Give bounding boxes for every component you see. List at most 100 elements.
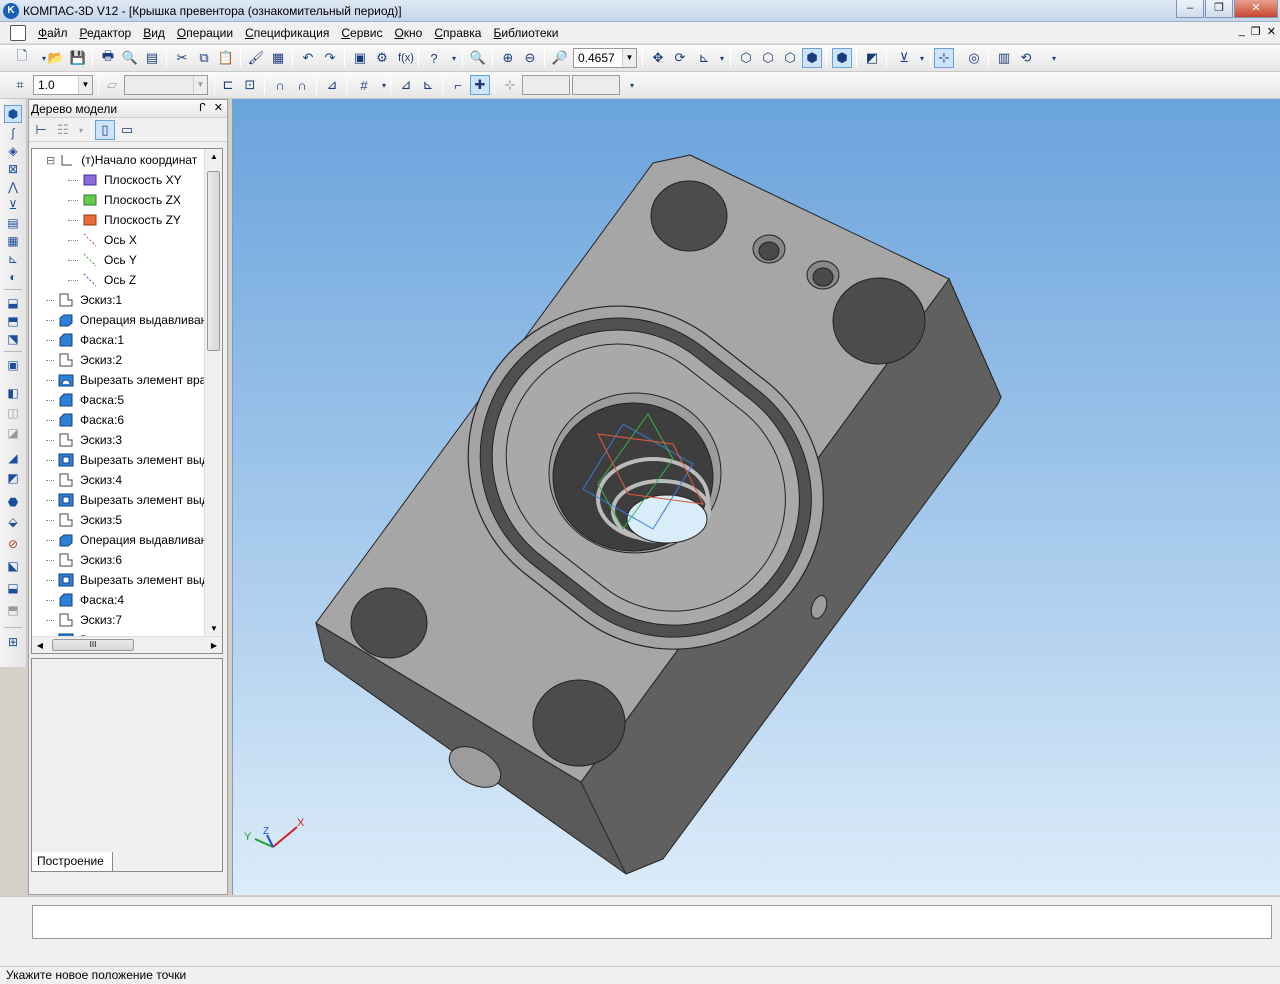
doc-restore-button[interactable]: ❐ — [1251, 25, 1261, 38]
tree-structure-icon[interactable]: ⊢ — [31, 120, 51, 140]
spec-panel-icon[interactable]: ▦ — [4, 232, 22, 250]
tree-dropdown-icon[interactable]: ▾ — [71, 120, 91, 140]
orientation-dropdown-icon[interactable]: ▾ — [712, 48, 732, 68]
table-icon[interactable]: ▥ — [994, 48, 1014, 68]
tree-item[interactable]: Вырезать элемент выдавливания:2 — [46, 490, 204, 510]
tree-item[interactable]: Вырезать элемент выдавливания:1 — [46, 450, 204, 470]
assembly-tool-icon[interactable]: ⊞ — [4, 633, 22, 651]
cut-extrude-tool-icon[interactable]: ▣ — [4, 356, 22, 374]
grid-icon[interactable]: # — [354, 75, 374, 95]
tree-item[interactable]: ⊟ (т)Начало координат — [46, 150, 197, 170]
step-combo[interactable]: 1.0 ▼ — [33, 75, 93, 95]
part-model[interactable]: X Y Z — [233, 99, 1280, 895]
model-viewport[interactable]: X Y Z — [232, 99, 1280, 895]
surfaces-icon[interactable]: ◈ — [4, 142, 22, 160]
auxiliary-geometry-icon[interactable]: ⋀ — [4, 178, 22, 196]
doc-minimize-button[interactable]: _ — [1239, 25, 1245, 38]
menu-editor[interactable]: Редактор — [74, 23, 138, 43]
tree-item[interactable]: Плоскость ZY — [68, 210, 181, 230]
tree-item[interactable]: Ось Y — [68, 250, 137, 270]
tree-item[interactable]: Эскиз:7 — [46, 610, 122, 630]
zoom-in-icon[interactable]: ⊕ — [498, 48, 518, 68]
properties-icon[interactable]: ▦ — [268, 48, 288, 68]
mirror-tool-icon[interactable]: ⬓ — [4, 579, 22, 597]
tree-item[interactable]: Операция выдавливания:2 — [46, 530, 204, 550]
tree-item[interactable]: Фаска:4 — [46, 590, 124, 610]
hidden-lines-icon[interactable]: ⬡ — [758, 48, 778, 68]
scrollbar-thumb[interactable]: III — [52, 639, 134, 651]
extrude-tool-icon[interactable]: ⬓ — [4, 294, 22, 312]
hole-tool-icon[interactable]: ⬣ — [4, 493, 22, 511]
paste-icon[interactable]: 📋 — [216, 48, 236, 68]
tree-item[interactable]: Операция выдавливания:1 — [46, 310, 204, 330]
shell-tool-icon[interactable]: ⬕ — [4, 557, 22, 575]
tree-horizontal-scrollbar[interactable]: ◀ III ▶ — [32, 636, 222, 653]
rotate-icon[interactable]: ⟳ — [670, 48, 690, 68]
measure-icon[interactable]: ◎ — [964, 48, 984, 68]
print-preview-icon[interactable]: 🔍 — [120, 48, 140, 68]
cs-icon[interactable]: ⊾ — [418, 75, 438, 95]
scrollbar-thumb[interactable] — [207, 171, 220, 351]
snap-mode-icon[interactable]: ✚ — [470, 75, 490, 95]
tab-construction[interactable]: Построение — [31, 852, 113, 872]
halftone-edges-icon[interactable]: ⬢ — [832, 48, 852, 68]
menu-service[interactable]: Сервис — [335, 23, 388, 43]
undo-icon[interactable]: ↶ — [298, 48, 318, 68]
tree-list-icon[interactable]: ☷ — [53, 120, 73, 140]
scroll-right-icon[interactable]: ▶ — [206, 637, 222, 653]
rebuild-icon[interactable]: ⟲ — [1016, 48, 1036, 68]
scroll-left-icon[interactable]: ◀ — [32, 637, 48, 653]
cut-loft-tool-icon[interactable]: ◪ — [4, 424, 22, 442]
tree-item[interactable]: Эскиз:4 — [46, 470, 122, 490]
filter-dropdown-icon[interactable]: ▾ — [912, 48, 932, 68]
arrays-icon[interactable]: ⊠ — [4, 160, 22, 178]
hidden-thin-icon[interactable]: ⬡ — [780, 48, 800, 68]
help-pointer-icon[interactable]: ? — [424, 48, 444, 68]
library-manager-icon[interactable]: ⚙ — [372, 48, 392, 68]
section-tool-icon[interactable]: ⊘ — [4, 535, 22, 553]
manager-icon[interactable]: ▣ — [350, 48, 370, 68]
cut-icon[interactable]: ✂ — [172, 48, 192, 68]
toolbar-options-icon[interactable]: ▾ — [622, 75, 642, 95]
magnet-icon[interactable]: ∩ — [270, 75, 290, 95]
tree-item[interactable]: Фаска:1 — [46, 330, 124, 350]
copy-icon[interactable]: ⧉ — [194, 48, 214, 68]
document-menu-icon[interactable] — [10, 24, 26, 41]
redo-icon[interactable]: ↷ — [320, 48, 340, 68]
open-folder-icon[interactable]: 📂 — [46, 48, 66, 68]
pin-icon[interactable]: ᒋ — [199, 101, 206, 114]
tree-item[interactable]: Фаска:6 — [46, 410, 124, 430]
format-brush-icon[interactable]: 🖌 — [246, 48, 266, 68]
zoom-scale-icon[interactable]: 🔎 — [550, 48, 570, 68]
curves-icon[interactable]: ∫ — [4, 124, 22, 142]
new-document-icon[interactable]: 🗋 — [12, 48, 32, 68]
cut-kinematic-tool-icon[interactable]: ◫ — [4, 404, 22, 422]
tree-item[interactable]: Фаска:5 — [46, 390, 124, 410]
tree-item[interactable]: Эскиз:6 — [46, 550, 122, 570]
local-cs-icon[interactable]: ⊿ — [396, 75, 416, 95]
array-tool-icon[interactable]: ⬒ — [4, 601, 22, 619]
zoom-scale-combo[interactable]: 0.4657 ▼ — [573, 48, 637, 68]
diagnostics-icon[interactable]: ⊾ — [4, 250, 22, 268]
menu-help[interactable]: Справка — [428, 23, 487, 43]
ortho-icon[interactable]: ⊿ — [322, 75, 342, 95]
magnet-off-icon[interactable]: ∩ — [292, 75, 312, 95]
menu-window[interactable]: Окно — [388, 23, 428, 43]
variables-fx-icon[interactable]: f(x) — [394, 48, 418, 68]
tree-item[interactable]: Вырезать элемент вращения:1 — [46, 370, 204, 390]
grid-dropdown-icon[interactable]: ▾ — [374, 75, 394, 95]
tree-view-alt-icon[interactable]: ▭ — [117, 120, 137, 140]
ortho-mode-icon[interactable]: ⌐ — [448, 75, 468, 95]
rib-tool-icon[interactable]: ⬙ — [4, 513, 22, 531]
pan-icon[interactable]: ✥ — [648, 48, 668, 68]
snap-icon[interactable]: ⊹ — [934, 48, 954, 68]
tree-item[interactable]: Эскиз:3 — [46, 430, 122, 450]
sheet-metal-icon[interactable]: ◐ — [4, 268, 22, 286]
zoom-out-icon[interactable]: ⊖ — [520, 48, 540, 68]
tree-item[interactable]: Плоскость ZX — [68, 190, 181, 210]
toolbar-options-icon[interactable]: ▾ — [1044, 48, 1064, 68]
halftone-icon[interactable]: ⬢ — [802, 48, 822, 68]
maximize-button[interactable]: ❐ — [1205, 0, 1233, 18]
orientation-icon[interactable]: ⊾ — [694, 48, 714, 68]
tree-item[interactable]: Вырезать элемент выдавливания:3 — [46, 570, 204, 590]
